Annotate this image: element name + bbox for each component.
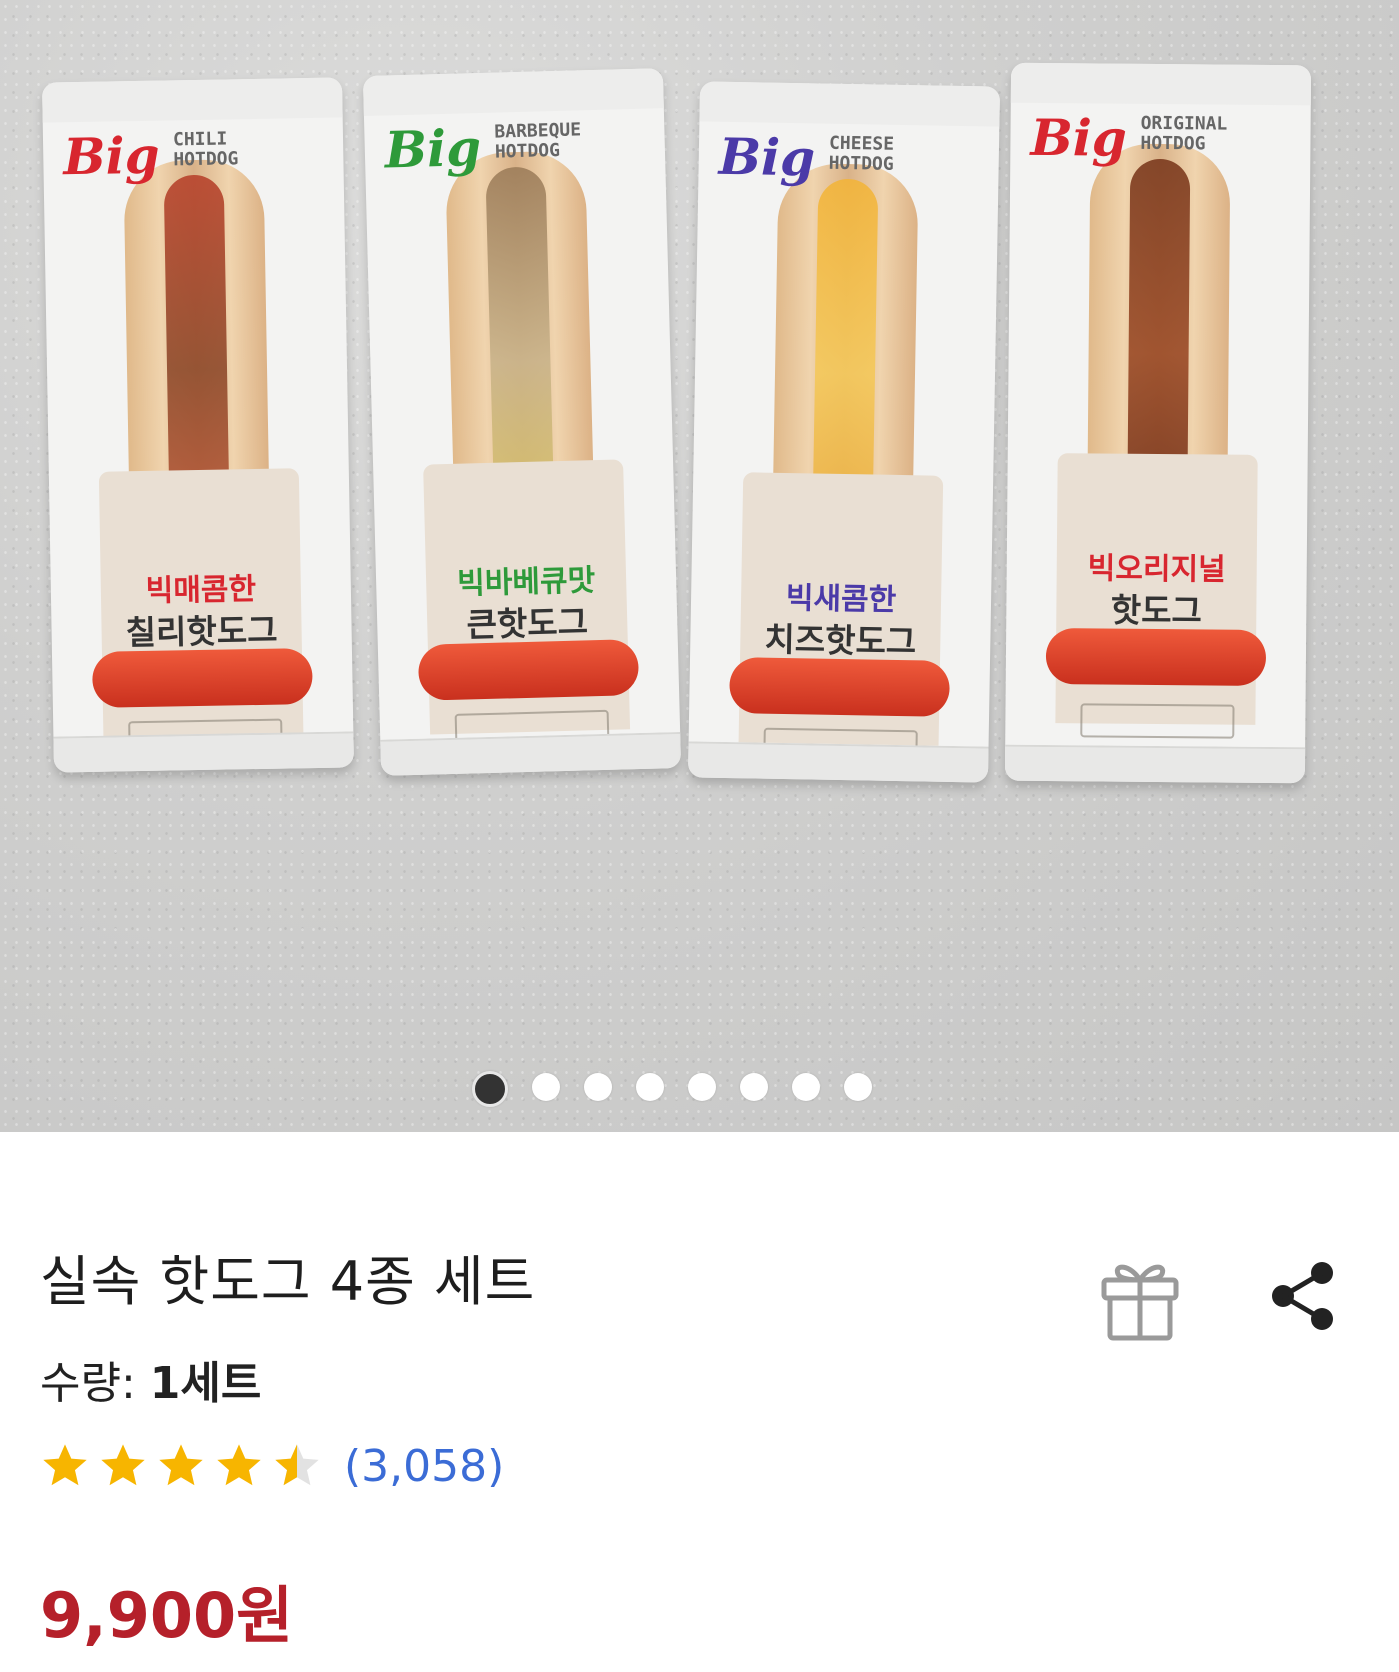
pack-kind-label: ORIGINAL HOTDOG [1140, 112, 1228, 155]
carousel-dot-3[interactable] [583, 1073, 612, 1101]
pack-info-icons [1080, 703, 1235, 739]
product-image-carousel[interactable]: Big CHILI HOTDOG 빅매콤한 칠리핫도그 Big BARBEQUE H… [0, 0, 1399, 1132]
product-pack-chili: Big CHILI HOTDOG 빅매콤한 칠리핫도그 [42, 77, 354, 773]
carousel-dot-4[interactable] [635, 1073, 664, 1101]
sausage-graphic [417, 639, 640, 701]
product-quantity: 수량: 1세트 [40, 1347, 261, 1411]
pack-name-line2: 핫도그 [1110, 590, 1203, 631]
product-rating[interactable]: (3,058) [38, 1440, 504, 1492]
pack-kind-label: CHILI HOTDOG [172, 128, 239, 171]
star-full-icon [101, 1444, 145, 1486]
carousel-dot-5[interactable] [687, 1073, 716, 1101]
star-full-icon [217, 1444, 261, 1486]
brand-logo: Big [62, 125, 161, 187]
pack-name-line2: 치즈핫도그 [764, 619, 917, 662]
carousel-dot-2[interactable] [531, 1073, 560, 1101]
brand-logo: Big [1030, 107, 1127, 168]
carousel-pagination [0, 1071, 1371, 1107]
sausage-graphic [91, 648, 313, 708]
star-full-icon [43, 1444, 87, 1486]
pack-kind-label: BARBEQUE HOTDOG [494, 119, 582, 163]
pack-name-line2: 칠리핫도그 [125, 610, 278, 653]
product-pack-barbeque: Big BARBEQUE HOTDOG 빅바베큐맛 큰핫도그 [362, 68, 682, 776]
pack-name-line2: 큰핫도그 [466, 602, 589, 645]
star-half-icon [275, 1444, 319, 1486]
product-title: 실속 핫도그 4종 세트 [40, 1250, 536, 1313]
gift-icon[interactable] [1100, 1254, 1180, 1342]
product-pack-original: Big ORIGINAL HOTDOG 빅오리지널 핫도그 [1004, 62, 1312, 784]
review-count-link[interactable]: (3,058) [344, 1441, 504, 1492]
product-pack-cheese: Big CHEESE HOTDOG 빅새콤한 치즈핫도그 [687, 81, 1001, 783]
quantity-value: 1세트 [149, 1358, 262, 1409]
sausage-graphic [729, 657, 951, 717]
carousel-dot-1[interactable] [471, 1071, 508, 1107]
product-price: 9,900원 [40, 1579, 294, 1652]
product-info: 실속 핫도그 4종 세트 수량: 1세트 (3,058) 9,900원 [0, 1132, 1399, 1672]
sausage-graphic [1045, 628, 1267, 686]
carousel-dot-8[interactable] [843, 1073, 872, 1101]
brand-logo: Big [384, 117, 482, 180]
pack-kind-label: CHEESE HOTDOG [828, 132, 895, 175]
star-full-icon [159, 1444, 203, 1486]
share-icon[interactable] [1268, 1260, 1338, 1332]
carousel-dot-7[interactable] [791, 1073, 820, 1101]
carousel-dot-6[interactable] [739, 1073, 768, 1101]
quantity-label: 수량: [40, 1358, 150, 1409]
brand-logo: Big [718, 126, 816, 188]
